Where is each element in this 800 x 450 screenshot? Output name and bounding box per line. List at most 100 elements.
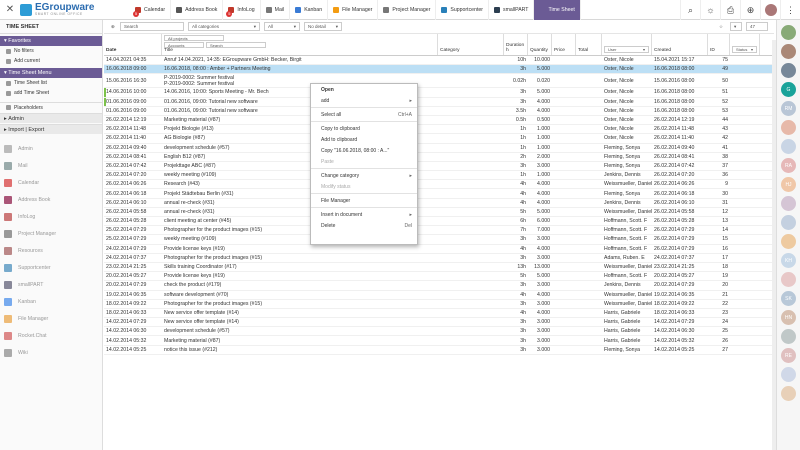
table-row[interactable]: 20.02.2014 05:27 Provide license keys (#1… [104,272,774,282]
tab-time-sheet[interactable]: Time Sheet [534,0,581,20]
menu-item-change-category[interactable]: Change category ▸ [311,170,417,181]
table-row[interactable]: 24.02.2014 07:29 Provide license keys (#1… [104,245,774,254]
col-quantity[interactable]: Quantity [528,34,552,55]
col-status[interactable]: Status ▾ [730,34,760,55]
user-avatar[interactable]: RA [781,158,796,173]
user-avatar[interactable] [781,386,796,401]
col-price[interactable]: Price [552,34,576,55]
table-row[interactable]: 26.02.2014 05:58 annual re-check (#31) 5h 5… [104,208,774,217]
table-row[interactable]: 25.02.2014 07:29 Photographer for the pro… [104,226,774,236]
user-avatar[interactable]: G [781,82,796,97]
table-row[interactable]: 24.02.2014 07:37 Photographer for the pro… [104,254,774,263]
table-row[interactable]: 26.02.2014 12:19 Marketing material (#87)… [104,116,774,126]
timesheet-menu-header[interactable]: ▾ Time Sheet Menu [0,68,102,78]
menu-item-delete[interactable]: Delete Del [311,220,417,231]
table-row[interactable]: 14.02.2014 05:32 Marketing material (#87)… [104,336,774,346]
menu-item-copy-to-clipboard[interactable]: Copy to clipboard [311,123,417,134]
admin-section[interactable]: ▸ Admin [0,113,102,123]
user-avatar[interactable] [781,25,796,40]
user-avatar[interactable] [781,120,796,135]
table-row[interactable]: 18.02.2014 09:22 Photographer for the pro… [104,300,774,309]
more-menu-icon[interactable]: ⋮ [780,0,800,20]
col-user[interactable]: User ▾ [602,34,652,55]
user-avatar[interactable] [781,215,796,230]
col-id[interactable]: ID [708,34,730,55]
table-row[interactable]: 18.02.2014 06:33 New service offer templa… [104,309,774,319]
tab-project-manager[interactable]: Project Manager [378,0,437,20]
col-date[interactable]: Date [104,34,162,55]
table-row[interactable]: 15.06.2016 16:30 P-2019-0002: Summer fest… [104,74,774,89]
tab-infolog[interactable]: InfoLog 5 [223,0,261,20]
app-item-kanban[interactable]: Kanban [0,293,102,310]
user-filter[interactable]: User ▾ [604,46,649,53]
user-avatar[interactable]: HJ [781,177,796,192]
tab-smallpart[interactable]: smallPART [489,0,535,20]
app-item-rocket-chat[interactable]: Rocket.Chat [0,327,102,344]
tab-address-book[interactable]: Address Book [171,0,224,20]
table-row[interactable]: 26.02.2014 07:42 Projekttage ABC (#87) 3h 3… [104,162,774,172]
app-item-admin[interactable]: Admin [0,140,102,157]
menu-item-add[interactable]: add ▸ [311,95,417,106]
theme-icon[interactable]: ☼ [700,0,720,20]
col-duration[interactable]: Duration h [504,34,528,55]
table-row[interactable]: 14.06.2016 10:00 14.06.2016, 10:00: Sport… [104,88,774,98]
table-row[interactable]: 26.02.2014 09:40 development schedule (#5… [104,144,774,153]
menu-timesheet-list[interactable]: Time Sheet list [0,78,102,88]
table-row[interactable]: 14.04.2021 04:35 Anruf 14.04.2021, 14:35:… [104,56,774,66]
tab-supportcenter[interactable]: Supportcenter [436,0,490,20]
col-category[interactable]: Category [438,34,504,55]
menu-item-open[interactable]: Open [311,84,417,95]
search-input[interactable]: Search [120,22,184,31]
table-row[interactable]: 16.06.2018 09:00 16.06.2018, 08:00 : Ambe… [104,65,774,75]
app-item-project-manager[interactable]: Project Manager [0,225,102,242]
search-icon[interactable]: ⌕ [680,0,700,20]
tab-file-manager[interactable]: File Manager [328,0,379,20]
user-avatar[interactable] [781,272,796,287]
import-export-section[interactable]: ▸ Import | Export [0,124,102,134]
project-filter[interactable]: All projects [164,35,224,41]
table-row[interactable]: 14.02.2014 07:29 New service offer templa… [104,318,774,328]
table-row[interactable]: 25.02.2014 07:29 weekly meeting (#109) 3h 3… [104,235,774,245]
app-item-calendar[interactable]: Calendar [0,174,102,191]
star-icon[interactable]: ☆ [716,22,726,31]
app-item-address-book[interactable]: Address Book [0,191,102,208]
table-row[interactable]: 01.06.2016 09:00 01.06.2016, 09:00: Tutor… [104,97,774,107]
category-select[interactable]: All categories ▾ [188,22,260,31]
table-row[interactable]: 14.02.2014 06:30 development schedule (#5… [104,327,774,337]
menu-item-add-to-clipboard[interactable]: Add to clipboard [311,134,417,145]
user-avatar[interactable] [760,0,780,20]
menu-item-copy-16-06-2018-08-00-a[interactable]: Copy "16.06.2018, 08:00 : A..." [311,145,417,156]
user-avatar[interactable] [781,367,796,382]
table-row[interactable]: 20.02.2014 07:29 check the product (#179)… [104,281,774,291]
user-avatar[interactable] [781,63,796,78]
user-avatar[interactable]: RE [781,348,796,363]
app-item-wiki[interactable]: Wiki [0,344,102,361]
menu-item-select-all[interactable]: Select all Ctrl+A [311,109,417,120]
user-avatar[interactable]: KH [781,253,796,268]
user-avatar[interactable]: HN [781,310,796,325]
col-total[interactable]: Total [576,34,602,55]
favorite-add-current[interactable]: Add current [0,56,102,66]
table-row[interactable]: 26.02.2014 06:18 Projekt Städtebau Berlin… [104,189,774,199]
user-avatar[interactable] [781,329,796,344]
table-row[interactable]: 26.02.2014 06:10 annual re-check (#31) 4h 4… [104,199,774,208]
detail-select[interactable]: No detail ▾ [304,22,342,31]
user-avatar[interactable] [781,139,796,154]
table-row[interactable]: 26.02.2014 05:28 client meeting at center… [104,217,774,227]
col-created[interactable]: Created [652,34,708,55]
user-avatar[interactable]: SK [781,291,796,306]
app-item-resources[interactable]: Resources [0,242,102,259]
table-row[interactable]: 19.02.2014 06:35 software development (#7… [104,291,774,300]
table-row[interactable]: 23.02.2014 21:25 Skills training Coordina… [104,263,774,273]
table-row[interactable]: 26.02.2014 11:40 AG Biologie (#87) 1h 1.000… [104,134,774,144]
table-row[interactable]: 01.06.2016 09:00 01.06.2016, 09:00: Tutor… [104,107,774,116]
table-row[interactable]: 26.02.2014 08:41 English B12 (#87) 2h 2.000… [104,153,774,162]
app-item-supportcenter[interactable]: Supportcenter [0,259,102,276]
add-entry-icon[interactable]: ⊕ [108,22,116,31]
tab-calendar[interactable]: Calendar 5 [130,0,172,20]
menu-item-file-manager[interactable]: File Manager [311,195,417,206]
menu-placeholders[interactable]: Placeholders [0,102,102,112]
menu-add-timesheet[interactable]: add Time Sheet [0,88,102,98]
view-select[interactable]: ▾ [730,22,742,31]
app-item-mail[interactable]: Mail [0,157,102,174]
